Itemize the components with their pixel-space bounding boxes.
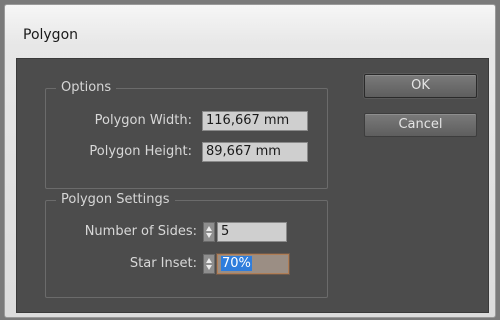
stepper-down-icon[interactable] xyxy=(206,265,212,270)
dialog-title: Polygon xyxy=(23,27,79,43)
number-of-sides-label: Number of Sides: xyxy=(84,224,197,239)
polygon-height-label: Polygon Height: xyxy=(89,144,192,159)
star-inset-label: Star Inset: xyxy=(129,256,197,271)
polygon-settings-legend: Polygon Settings xyxy=(56,191,175,209)
polygon-height-field[interactable]: 89,667 mm xyxy=(202,142,308,162)
sides-stepper-icon[interactable] xyxy=(203,222,215,242)
options-group: Options xyxy=(45,79,328,189)
star-inset-field[interactable]: 70% xyxy=(217,254,289,274)
options-legend: Options xyxy=(56,79,117,97)
number-of-sides-field[interactable]: 5 xyxy=(217,222,287,242)
polygon-dialog: Polygon Options Polygon Width: 116,667 m… xyxy=(4,4,496,318)
polygon-settings-group: Polygon Settings xyxy=(45,191,328,298)
stepper-up-icon[interactable] xyxy=(206,226,212,231)
star-inset-selected-text: 70% xyxy=(221,256,252,271)
stepper-down-icon[interactable] xyxy=(206,233,212,238)
stepper-up-icon[interactable] xyxy=(206,258,212,263)
dialog-client-area: Options Polygon Width: 116,667 mm Polygo… xyxy=(16,58,489,313)
cancel-button[interactable]: Cancel xyxy=(364,113,477,137)
inset-stepper-icon[interactable] xyxy=(203,254,215,274)
polygon-width-field[interactable]: 116,667 mm xyxy=(202,111,308,131)
polygon-width-label: Polygon Width: xyxy=(94,113,192,128)
ok-button[interactable]: OK xyxy=(364,74,477,98)
